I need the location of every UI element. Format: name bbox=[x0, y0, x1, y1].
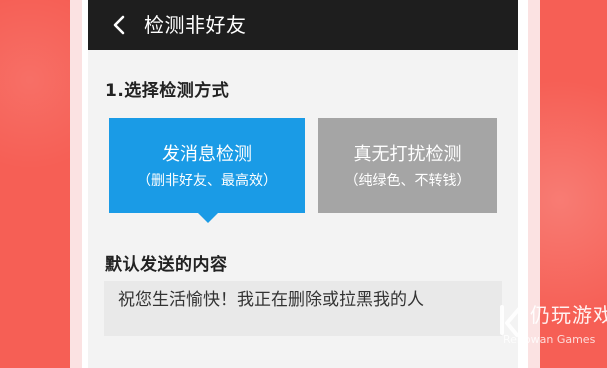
selected-pointer-icon bbox=[198, 213, 218, 223]
watermark-subtitle: Renowan Games bbox=[503, 333, 596, 346]
watermark-title: 仍玩游戏 bbox=[530, 303, 607, 327]
default-message-box[interactable]: 祝您生活愉快！我正在删除或拉黑我的人 bbox=[104, 281, 502, 336]
option-main-label: 真无打扰检测 bbox=[353, 144, 462, 165]
chevron-left-icon[interactable] bbox=[110, 14, 130, 36]
default-message-text: 祝您生活愉快！我正在删除或拉黑我的人 bbox=[118, 290, 424, 310]
option-sub-label: （纯绿色、不转钱） bbox=[344, 173, 471, 189]
app-header: 检测非好友 bbox=[88, 0, 518, 50]
message-detect-option[interactable]: 发消息检测 （删非好友、最高效） bbox=[109, 118, 305, 213]
app-screen: 检测非好友 1.选择检测方式 发消息检测 （删非好友、最高效） 真无打扰检测 （… bbox=[88, 0, 518, 368]
page-title: 检测非好友 bbox=[144, 13, 247, 37]
option-main-label: 发消息检测 bbox=[162, 144, 252, 165]
watermark: 仍玩游戏 Renowan Games bbox=[497, 296, 607, 366]
section-title-method: 1.选择检测方式 bbox=[105, 81, 230, 101]
option-sub-label: （删非好友、最高效） bbox=[137, 173, 277, 189]
section-title-default-content: 默认发送的内容 bbox=[105, 255, 228, 275]
no-disturb-detect-option[interactable]: 真无打扰检测 （纯绿色、不转钱） bbox=[318, 118, 497, 213]
